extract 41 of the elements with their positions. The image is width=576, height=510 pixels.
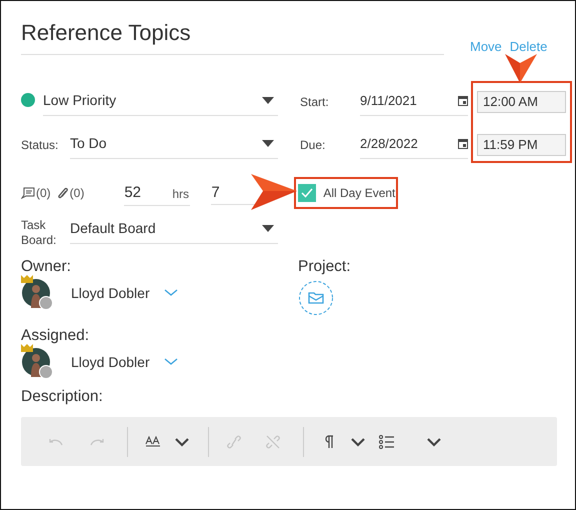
status-dot bbox=[39, 296, 53, 310]
task-board-label: Task Board: bbox=[21, 218, 58, 248]
hours-field[interactable]: 52 bbox=[124, 180, 168, 204]
folder-icon[interactable] bbox=[298, 280, 334, 316]
priority-select[interactable]: Low Priority bbox=[43, 88, 278, 116]
hours-unit: hrs bbox=[172, 186, 190, 200]
status-dot bbox=[39, 365, 53, 379]
annotation-arrow bbox=[251, 174, 297, 210]
calendar-icon[interactable] bbox=[458, 138, 468, 148]
crown-icon bbox=[21, 275, 33, 283]
status-label: Status: bbox=[21, 138, 60, 152]
annotation-arrow bbox=[505, 54, 537, 83]
start-date-field[interactable]: 9/11/2021 bbox=[360, 88, 468, 116]
notes-icon[interactable] bbox=[21, 187, 35, 199]
checkmark-icon bbox=[301, 188, 314, 198]
task-board-select[interactable]: Default Board bbox=[70, 216, 278, 244]
status-select[interactable]: To Do bbox=[70, 131, 278, 159]
paperclip-icon[interactable] bbox=[56, 186, 69, 200]
attachments-count: (0) bbox=[70, 186, 84, 200]
due-time-field[interactable]: 11:59 PM bbox=[477, 134, 566, 156]
font-size-icon[interactable] bbox=[144, 434, 162, 450]
calendar-icon[interactable] bbox=[458, 94, 468, 106]
checkbox[interactable] bbox=[298, 184, 316, 202]
due-label: Due: bbox=[300, 138, 326, 152]
start-label: Start: bbox=[300, 95, 330, 109]
task-title[interactable]: Reference Topics bbox=[21, 20, 444, 55]
owner-label: Owner: bbox=[21, 258, 72, 276]
dropdown-caret-icon[interactable] bbox=[262, 140, 274, 146]
project-label: Project: bbox=[298, 258, 352, 276]
start-time-field[interactable]: 12:00 AM bbox=[477, 91, 566, 113]
dropdown-caret-icon[interactable] bbox=[262, 96, 274, 104]
person-name[interactable]: Lloyd Dobler bbox=[71, 354, 150, 370]
list-icon[interactable] bbox=[378, 434, 396, 450]
due-date-field[interactable]: 2/28/2022 bbox=[360, 131, 468, 159]
all-day-label[interactable]: All Day Event bbox=[323, 186, 396, 200]
dropdown-caret-icon[interactable] bbox=[262, 224, 274, 232]
crown-icon bbox=[21, 344, 33, 352]
person-name[interactable]: Lloyd Dobler bbox=[71, 285, 150, 301]
assigned-label: Assigned: bbox=[21, 327, 90, 345]
description-label: Description: bbox=[21, 388, 104, 406]
notes-count: (0) bbox=[36, 186, 51, 200]
